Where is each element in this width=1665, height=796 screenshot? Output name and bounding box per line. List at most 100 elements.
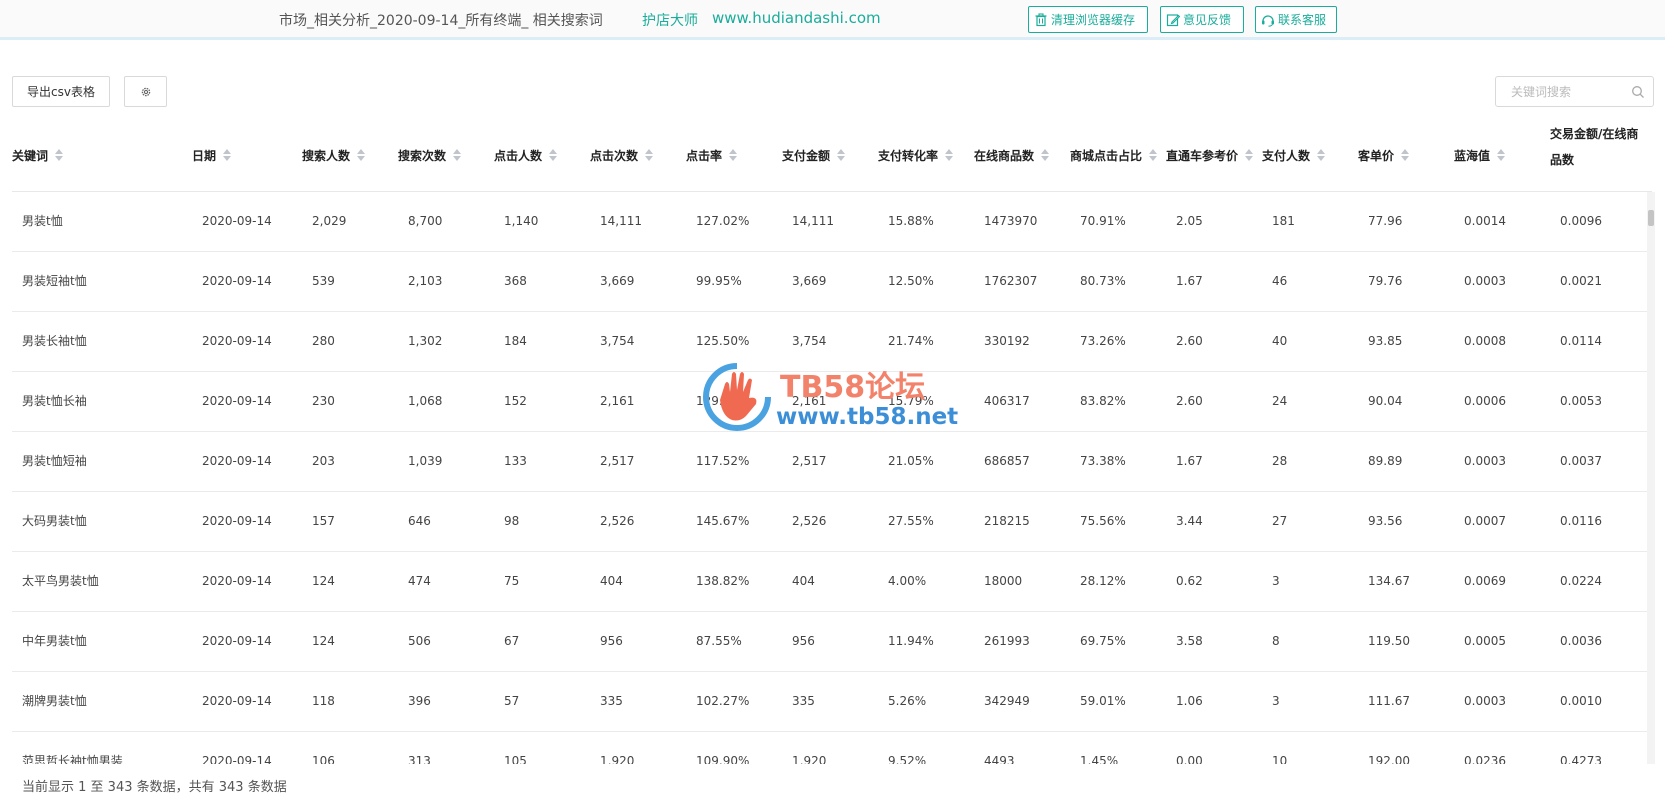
column-header-online-items[interactable]: 在线商品数 xyxy=(974,118,1050,192)
table-cell: 0.0236 xyxy=(1464,754,1506,764)
search-icon[interactable] xyxy=(1631,85,1645,99)
table-cell: 1,068 xyxy=(408,394,443,408)
clear-cache-button[interactable]: 清理浏览器缓存 xyxy=(1028,6,1148,33)
column-header-search-count[interactable]: 搜索次数 xyxy=(398,118,462,192)
sort-icon[interactable] xyxy=(645,149,654,161)
table-cell: 潮牌男装t恤 xyxy=(22,694,87,708)
table-row[interactable]: 潮牌男装t恤 2020-09-14 118 396 57 335 102.27% 335 5.2… xyxy=(12,672,1647,732)
brand-name[interactable]: 护店大师 xyxy=(642,10,698,30)
table-cell: 中年男装t恤 xyxy=(22,634,87,648)
table-cell: 87.55% xyxy=(696,634,742,648)
sort-icon[interactable] xyxy=(1317,149,1326,161)
table-cell: 73.26% xyxy=(1080,334,1126,348)
table-cell: 59.01% xyxy=(1080,694,1126,708)
column-header-date[interactable]: 日期 xyxy=(192,118,232,192)
table-cell: 124 xyxy=(312,634,335,648)
sort-icon[interactable] xyxy=(55,149,64,161)
table-row[interactable]: 太平鸟男装t恤 2020-09-14 124 474 75 404 138.82% 404 4.… xyxy=(12,552,1647,612)
scrollbar-thumb[interactable] xyxy=(1648,210,1654,226)
sort-icon[interactable] xyxy=(357,149,366,161)
feedback-button[interactable]: 意见反馈 xyxy=(1160,6,1244,33)
sort-icon[interactable] xyxy=(1497,149,1506,161)
sort-icon[interactable] xyxy=(837,149,846,161)
table-cell: 109.90% xyxy=(696,754,750,764)
column-header-click-count[interactable]: 点击次数 xyxy=(590,118,654,192)
table-cell: 192.00 xyxy=(1368,754,1410,764)
table-cell: 9.52% xyxy=(888,754,927,764)
table-cell: 1.06 xyxy=(1176,694,1203,708)
table-cell: 2,517 xyxy=(600,454,635,468)
table-row[interactable]: 范思哲长袖t恤男装 2020-09-14 106 313 105 1,920 109.90%… xyxy=(12,732,1647,764)
sort-icon[interactable] xyxy=(223,149,232,161)
column-header-pay-amount[interactable]: 支付金额 xyxy=(782,118,846,192)
vertical-scrollbar[interactable] xyxy=(1647,192,1655,764)
table-cell: 118 xyxy=(312,694,335,708)
table-cell: 230 xyxy=(312,394,335,408)
export-csv-button[interactable]: 导出csv表格 xyxy=(12,76,110,107)
table-cell: 27.55% xyxy=(888,514,934,528)
table-cell: 67 xyxy=(504,634,520,648)
keyword-search-input[interactable] xyxy=(1496,77,1624,106)
table-row[interactable]: 男装t恤长袖 2020-09-14 230 1,068 152 2,161 129.03% 2… xyxy=(12,372,1647,432)
table-cell: 89.89 xyxy=(1368,454,1403,468)
sort-icon[interactable] xyxy=(945,149,954,161)
top-bar: 市场_相关分析_2020-09-14_所有终端_ 相关搜索词 护店大师 www.… xyxy=(0,0,1665,40)
column-header-mall-click-share[interactable]: 商城点击占比 xyxy=(1070,118,1158,192)
table-cell: 0.0003 xyxy=(1464,694,1506,708)
column-header-pay-conversion[interactable]: 支付转化率 xyxy=(878,118,954,192)
table-row[interactable]: 男装t恤 2020-09-14 2,029 8,700 1,140 14,111 127.0… xyxy=(12,192,1647,252)
table-row[interactable]: 男装长袖t恤 2020-09-14 280 1,302 184 3,754 125.50% 3… xyxy=(12,312,1647,372)
gear-icon xyxy=(141,87,150,96)
sort-icon[interactable] xyxy=(549,149,558,161)
table-cell: 0.0014 xyxy=(1464,214,1506,228)
table-cell: 2.60 xyxy=(1176,394,1203,408)
table-cell: 0.0116 xyxy=(1560,514,1602,528)
column-header-pay-users[interactable]: 支付人数 xyxy=(1262,118,1326,192)
table-cell: 0.62 xyxy=(1176,574,1203,588)
keyword-search-box[interactable] xyxy=(1495,76,1654,107)
table-cell: 28 xyxy=(1272,454,1288,468)
sort-icon[interactable] xyxy=(453,149,462,161)
column-header-keyword[interactable]: 关键词 xyxy=(12,118,64,192)
table-cell: 330192 xyxy=(984,334,1030,348)
table-cell: 280 xyxy=(312,334,335,348)
brand-url[interactable]: www.hudiandashi.com xyxy=(712,9,881,27)
table-cell: 1473970 xyxy=(984,214,1038,228)
sort-icon[interactable] xyxy=(1245,149,1254,161)
column-header-amount-per-item[interactable]: 交易金额/在线商品数 xyxy=(1550,118,1646,192)
table-cell: 93.56 xyxy=(1368,514,1403,528)
column-header-ctr[interactable]: 点击率 xyxy=(686,118,738,192)
table-cell: 406317 xyxy=(984,394,1030,408)
table-cell: 124 xyxy=(312,574,335,588)
sort-icon[interactable] xyxy=(1041,149,1050,161)
column-header-ztc-price[interactable]: 直通车参考价 xyxy=(1166,118,1254,192)
sort-icon[interactable] xyxy=(1401,149,1410,161)
table-cell: 145.67% xyxy=(696,514,750,528)
table-cell: 105 xyxy=(504,754,527,764)
table-cell: 范思哲长袖t恤男装 xyxy=(22,754,123,764)
table-cell: 1.67 xyxy=(1176,274,1203,288)
table-cell: 0.0036 xyxy=(1560,634,1602,648)
table-cell: 111.67 xyxy=(1368,694,1410,708)
table-cell: 119.50 xyxy=(1368,634,1410,648)
table-cell: 2,517 xyxy=(792,454,827,468)
headset-icon xyxy=(1262,14,1274,27)
table-row[interactable]: 男装t恤短袖 2020-09-14 203 1,039 133 2,517 117.52% 2… xyxy=(12,432,1647,492)
table-cell: 127.02% xyxy=(696,214,750,228)
table-row[interactable]: 男装短袖t恤 2020-09-14 539 2,103 368 3,669 99.95% 3,… xyxy=(12,252,1647,312)
contact-service-button[interactable]: 联系客服 xyxy=(1255,6,1337,33)
sort-icon[interactable] xyxy=(729,149,738,161)
table-row[interactable]: 大码男装t恤 2020-09-14 157 646 98 2,526 145.67% 2,52… xyxy=(12,492,1647,552)
table-cell: 男装短袖t恤 xyxy=(22,274,87,288)
table-cell: 106 xyxy=(312,754,335,764)
settings-button[interactable] xyxy=(124,76,167,107)
column-header-avg-order[interactable]: 客单价 xyxy=(1358,118,1410,192)
sort-icon[interactable] xyxy=(1149,149,1158,161)
column-header-click-users[interactable]: 点击人数 xyxy=(494,118,558,192)
column-header-search-users[interactable]: 搜索人数 xyxy=(302,118,366,192)
table-cell: 0.0069 xyxy=(1464,574,1506,588)
table-cell: 218215 xyxy=(984,514,1030,528)
table-cell: 335 xyxy=(600,694,623,708)
table-row[interactable]: 中年男装t恤 2020-09-14 124 506 67 956 87.55% 956 11.9… xyxy=(12,612,1647,672)
column-header-blue-ocean[interactable]: 蓝海值 xyxy=(1454,118,1506,192)
